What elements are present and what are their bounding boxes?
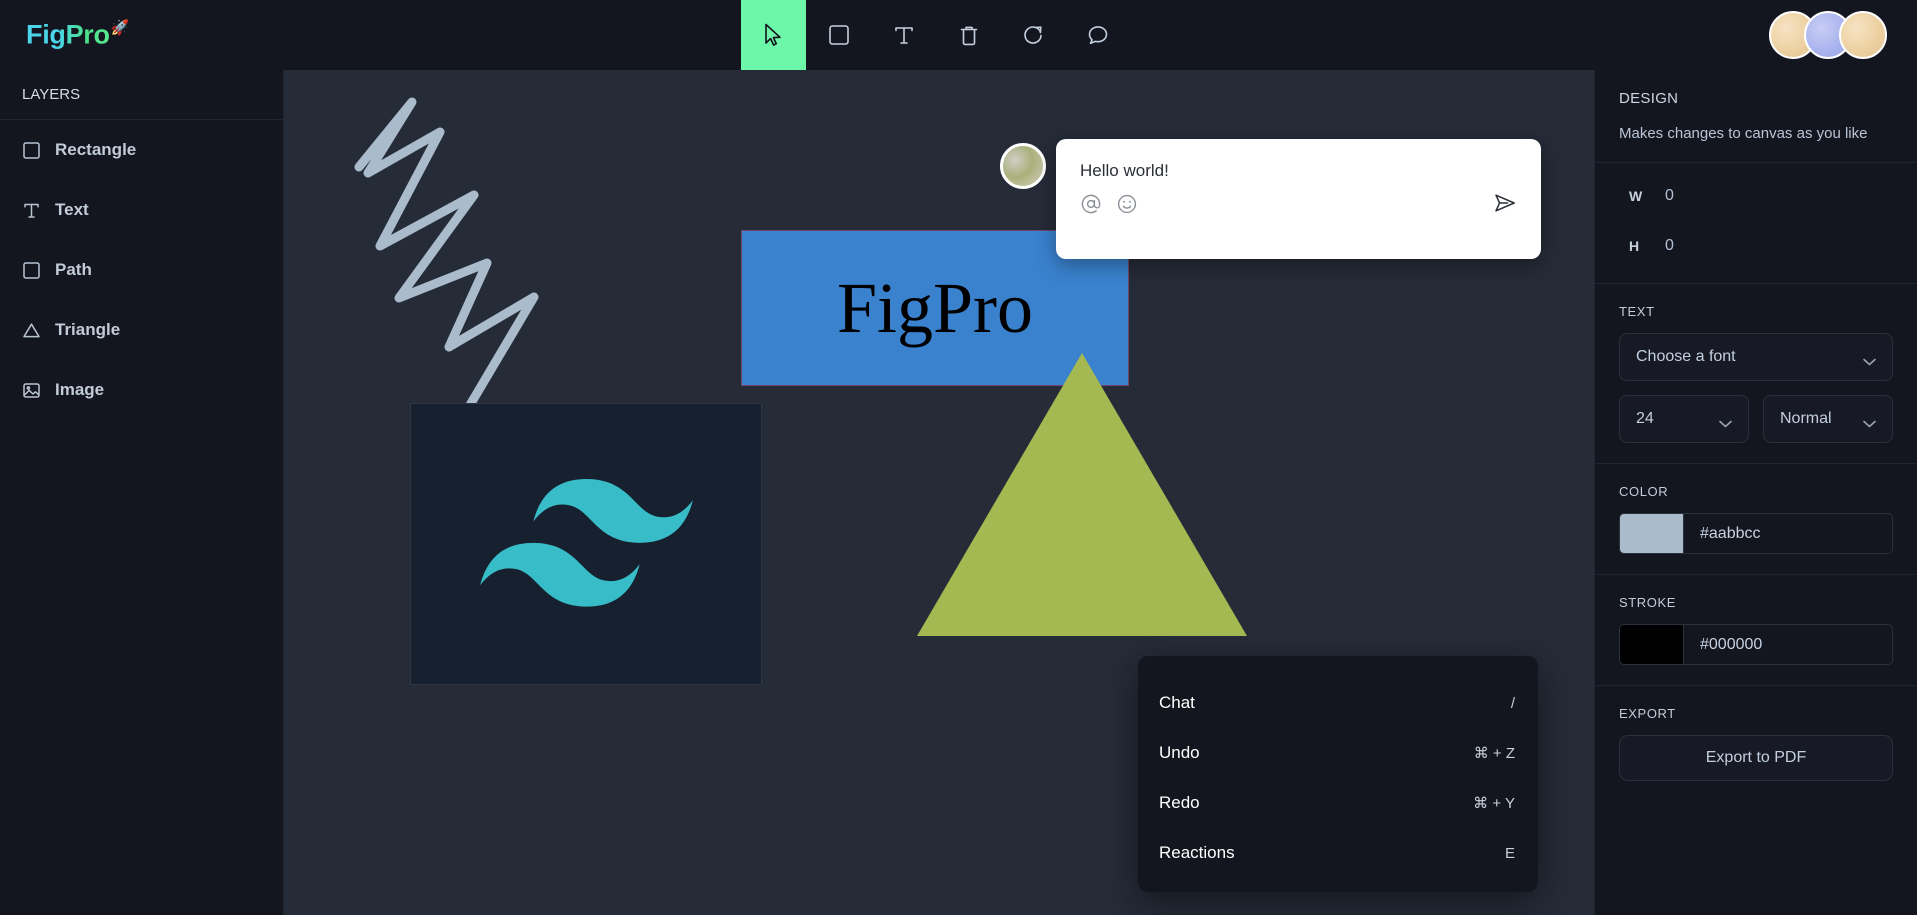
height-label: H: [1629, 238, 1640, 254]
chat-action-bar: [1080, 193, 1138, 215]
comment-tool[interactable]: [1066, 0, 1131, 70]
context-menu-item-chat[interactable]: Chat /: [1138, 678, 1538, 728]
font-size-weight-row: 24 Normal: [1619, 381, 1893, 443]
design-sidebar: DESIGN Makes changes to canvas as you li…: [1594, 70, 1917, 915]
font-size-value: 24: [1636, 410, 1654, 427]
text-block: TEXT Choose a font 24 Normal: [1595, 284, 1917, 464]
fill-color-swatch[interactable]: [1620, 514, 1684, 553]
trash-icon: [960, 26, 977, 45]
sidebar-item-label: Triangle: [55, 320, 121, 339]
export-section-label: EXPORT: [1619, 706, 1676, 721]
stroke-color-value: #000000: [1700, 635, 1763, 653]
smiley-face-icon[interactable]: [1116, 193, 1138, 215]
context-menu-item-undo[interactable]: Undo ⌘ + Z: [1138, 728, 1538, 778]
stroke-block: STROKE #000000: [1595, 575, 1917, 686]
width-label: W: [1629, 188, 1643, 204]
context-menu-item-shortcut: E: [1504, 844, 1515, 862]
tailwind-logo-image[interactable]: [410, 403, 762, 685]
chat-message-text: Hello world!: [1080, 161, 1169, 180]
square-icon: [828, 25, 849, 45]
sidebar-item-label: Path: [55, 260, 92, 279]
cursor-icon: [764, 23, 781, 46]
layers-sidebar: LAYERS Rectangle Text Path Triangle Imag…: [0, 70, 284, 915]
stroke-section-label: STROKE: [1619, 595, 1677, 610]
design-panel-title: DESIGN: [1619, 90, 1679, 107]
dimensions-block: W 0 H 0: [1595, 163, 1917, 284]
select-cursor-tool[interactable]: [741, 0, 806, 70]
context-menu-item-shortcut: ⌘ + Z: [1473, 745, 1515, 762]
sidebar-item-rectangle[interactable]: Rectangle: [0, 120, 283, 180]
width-value: 0: [1665, 187, 1674, 204]
sidebar-item-text[interactable]: Text: [0, 180, 283, 240]
avatar: [1000, 143, 1046, 189]
font-family-value: Choose a font: [1636, 348, 1736, 365]
design-header-block: DESIGN Makes changes to canvas as you li…: [1595, 70, 1917, 163]
chevron-down-icon: [1863, 353, 1876, 366]
color-section-label: COLOR: [1619, 484, 1669, 499]
at-sign-icon[interactable]: [1080, 193, 1102, 215]
context-menu-item-redo[interactable]: Redo ⌘ + Y: [1138, 778, 1538, 828]
speech-bubble-icon: [1088, 26, 1108, 45]
delete-tool[interactable]: [936, 0, 1001, 70]
chevron-down-icon: [1863, 415, 1876, 428]
layers-panel-header: LAYERS: [0, 70, 283, 120]
sidebar-item-label: Rectangle: [55, 140, 137, 159]
font-weight-select[interactable]: Normal: [1763, 395, 1893, 443]
font-size-select[interactable]: 24: [1619, 395, 1749, 443]
design-panel-subtitle: Makes changes to canvas as you like: [1619, 125, 1868, 142]
rocket-icon: 🚀: [110, 19, 130, 37]
stroke-color-picker[interactable]: #000000: [1619, 624, 1893, 665]
olive-triangle[interactable]: [917, 353, 1247, 636]
font-family-select[interactable]: Choose a font: [1619, 333, 1893, 381]
context-menu-item-shortcut: /: [1510, 694, 1515, 712]
freehand-zigzag-path[interactable]: [344, 85, 604, 405]
sidebar-item-label: Text: [55, 200, 89, 219]
context-menu-item-reactions[interactable]: Reactions E: [1138, 828, 1538, 878]
live-chat-bubble: Hello world!: [1000, 139, 1541, 259]
font-weight-value: Normal: [1780, 410, 1832, 427]
avatar[interactable]: [1839, 11, 1887, 59]
sidebar-item-image[interactable]: Image: [0, 360, 283, 420]
reset-tool[interactable]: [1001, 0, 1066, 70]
height-row[interactable]: H 0: [1619, 221, 1893, 271]
square-icon: [22, 261, 41, 280]
active-collaborators: [1769, 11, 1887, 59]
text-t-icon: [22, 201, 41, 220]
paper-plane-send-icon[interactable]: [1493, 191, 1517, 215]
chevron-down-icon: [1719, 415, 1732, 428]
context-menu-item-label: Reactions: [1159, 843, 1235, 862]
context-menu-item-label: Chat: [1159, 693, 1195, 712]
color-block: COLOR #aabbcc: [1595, 464, 1917, 575]
fill-color-picker[interactable]: #aabbcc: [1619, 513, 1893, 554]
context-menu-item-shortcut: ⌘ + Y: [1473, 795, 1515, 812]
sidebar-item-path[interactable]: Path: [0, 240, 283, 300]
sidebar-item-label: Image: [55, 380, 105, 399]
rectangle-text-label: FigPro: [836, 268, 1034, 348]
tailwind-wave-icon: [479, 479, 693, 607]
height-value: 0: [1665, 237, 1674, 254]
text-tool[interactable]: [871, 0, 936, 70]
square-icon: [22, 141, 41, 160]
context-menu-item-label: Redo: [1159, 793, 1200, 812]
chat-composer[interactable]: Hello world!: [1056, 139, 1541, 259]
app-logo[interactable]: FigPro 🚀: [26, 20, 129, 51]
text-t-icon: [894, 27, 913, 44]
canvas-context-menu: Chat / Undo ⌘ + Z Redo ⌘ + Y Reactions E: [1138, 656, 1538, 892]
tool-palette: [741, 0, 1131, 70]
fill-color-value: #aabbcc: [1700, 524, 1761, 542]
export-to-pdf-button[interactable]: Export to PDF: [1619, 735, 1893, 781]
export-button-label: Export to PDF: [1705, 749, 1807, 766]
context-menu-item-label: Undo: [1159, 743, 1200, 762]
rectangle-tool[interactable]: [806, 0, 871, 70]
top-navbar: FigPro 🚀: [0, 0, 1917, 70]
width-row[interactable]: W 0: [1619, 171, 1893, 221]
export-block: EXPORT Export to PDF: [1595, 686, 1917, 801]
refresh-circular-arrow-icon: [1024, 25, 1042, 44]
sidebar-item-triangle[interactable]: Triangle: [0, 300, 283, 360]
app-logo-text: FigPro: [26, 19, 110, 50]
text-section-label: TEXT: [1619, 304, 1655, 319]
triangle-icon: [22, 321, 41, 340]
image-icon: [22, 381, 41, 400]
stroke-color-swatch[interactable]: [1620, 625, 1684, 664]
